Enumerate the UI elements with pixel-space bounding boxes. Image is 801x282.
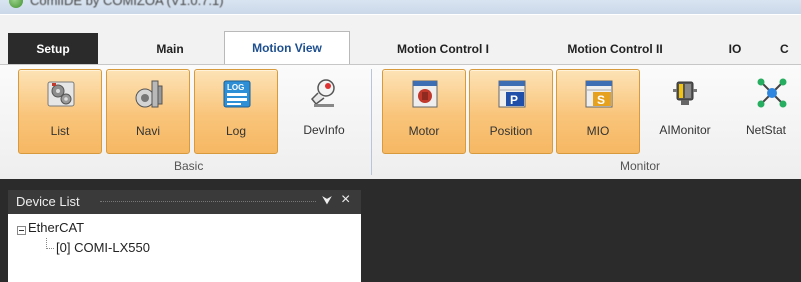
close-icon[interactable]: × (341, 191, 350, 209)
device-info-icon (310, 79, 335, 107)
tab-setup[interactable]: Setup (8, 33, 98, 64)
svg-text:P: P (510, 93, 518, 107)
log-icon: LOG (223, 80, 251, 108)
netstat-button[interactable]: NetStat (730, 69, 801, 154)
position-button[interactable]: P Position (469, 69, 553, 154)
mio-icon: S (585, 80, 613, 108)
tree-node-ethercat[interactable]: EtherCAT (28, 220, 84, 235)
monitor-group-label: Monitor (620, 159, 661, 173)
aimonitor-button-label: AIMonitor (659, 123, 711, 137)
position-button-label: Position (489, 124, 533, 138)
tab-c[interactable]: C (780, 33, 801, 64)
pin-icon[interactable]: ⮟ (322, 193, 332, 208)
navi-button-label: Navi (135, 124, 160, 138)
list-button-label: List (50, 124, 70, 138)
netstat-button-label: NetStat (746, 123, 787, 137)
app-icon (9, 0, 23, 8)
tab-main[interactable]: Main (125, 33, 215, 64)
navi-button[interactable]: Navi (106, 69, 190, 154)
svg-text:S: S (597, 93, 605, 107)
ribbon-panel: List Navi LOG Log DevInfo Basic Motor P … (0, 64, 801, 180)
svg-text:LOG: LOG (227, 83, 244, 92)
tab-io[interactable]: IO (715, 33, 755, 64)
list-button[interactable]: List (18, 69, 102, 154)
log-button[interactable]: LOG Log (194, 69, 278, 154)
header-grip (100, 201, 316, 204)
ribbon-tab-strip: Setup Main Motion View Motion Control I … (0, 14, 801, 65)
device-tree: EtherCAT [0] COMI-LX550 (8, 214, 361, 282)
network-status-icon (757, 78, 787, 108)
navigation-icon (135, 80, 163, 108)
collapse-icon[interactable] (17, 226, 26, 235)
tab-motion-view[interactable]: Motion View (224, 31, 350, 64)
gears-list-icon (47, 81, 75, 107)
position-icon: P (498, 80, 526, 108)
motor-button[interactable]: Motor (382, 69, 466, 154)
devinfo-button-label: DevInfo (303, 123, 345, 137)
device-list-panel: Device List ⮟ × EtherCAT [0] COMI-LX550 (8, 190, 361, 282)
ribbon-group-separator (371, 69, 372, 175)
ai-monitor-icon (673, 81, 697, 105)
tree-connector (46, 238, 54, 249)
title-bar: ComiIDE by COMIZOA (V1.0.7.1) (0, 0, 801, 14)
mio-button[interactable]: S MIO (556, 69, 640, 154)
motor-icon (412, 80, 438, 108)
mio-button-label: MIO (586, 124, 610, 138)
devinfo-button[interactable]: DevInfo (282, 69, 366, 154)
basic-group-label: Basic (174, 159, 204, 173)
motor-button-label: Motor (408, 124, 440, 138)
tree-node-device[interactable]: [0] COMI-LX550 (56, 240, 150, 255)
log-button-label: Log (225, 124, 247, 138)
window-title: ComiIDE by COMIZOA (V1.0.7.1) (30, 0, 224, 8)
tab-motion-control-1[interactable]: Motion Control I (370, 33, 516, 64)
aimonitor-button[interactable]: AIMonitor (643, 69, 727, 154)
tab-motion-control-2[interactable]: Motion Control II (540, 33, 690, 64)
device-list-title: Device List (16, 194, 80, 209)
device-list-header[interactable]: Device List ⮟ × (8, 190, 361, 214)
